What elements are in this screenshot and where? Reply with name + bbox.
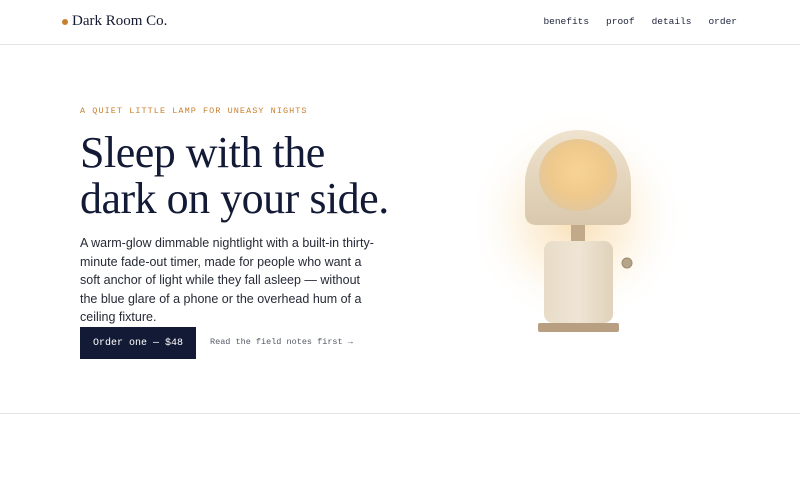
headline-line-2: dark on your side. bbox=[80, 174, 389, 223]
main-nav: benefits proof details order bbox=[543, 16, 737, 27]
lamp-foot bbox=[538, 323, 619, 332]
lamp-bulb-glow bbox=[539, 139, 617, 211]
nav-link-proof[interactable]: proof bbox=[606, 16, 635, 27]
brand-dot-icon bbox=[62, 18, 68, 25]
nav-link-benefits[interactable]: benefits bbox=[543, 16, 589, 27]
lamp-base bbox=[544, 241, 613, 323]
field-notes-link[interactable]: Read the field notes first → bbox=[210, 337, 353, 347]
nav-link-details[interactable]: details bbox=[652, 16, 692, 27]
dimmer-knob bbox=[621, 257, 633, 269]
nightlight-lamp-illustration bbox=[455, 105, 705, 355]
hero-headline: Sleep with the dark on your side. bbox=[80, 130, 460, 222]
hero-eyebrow: A QUIET LITTLE LAMP FOR UNEASY NIGHTS bbox=[80, 106, 308, 116]
lamp-stem bbox=[571, 225, 585, 241]
headline-line-1: Sleep with the bbox=[80, 128, 325, 177]
hero-description: A warm-glow dimmable nightlight with a b… bbox=[80, 236, 374, 324]
section-divider bbox=[0, 413, 800, 414]
order-button[interactable]: Order one — $48 bbox=[80, 327, 196, 359]
nav-link-order[interactable]: order bbox=[708, 16, 737, 27]
brand-logo[interactable]: Dark Room Co. bbox=[62, 13, 167, 30]
site-header: Dark Room Co. benefits proof details ord… bbox=[0, 0, 800, 45]
brand-name: Dark Room Co. bbox=[72, 13, 168, 29]
